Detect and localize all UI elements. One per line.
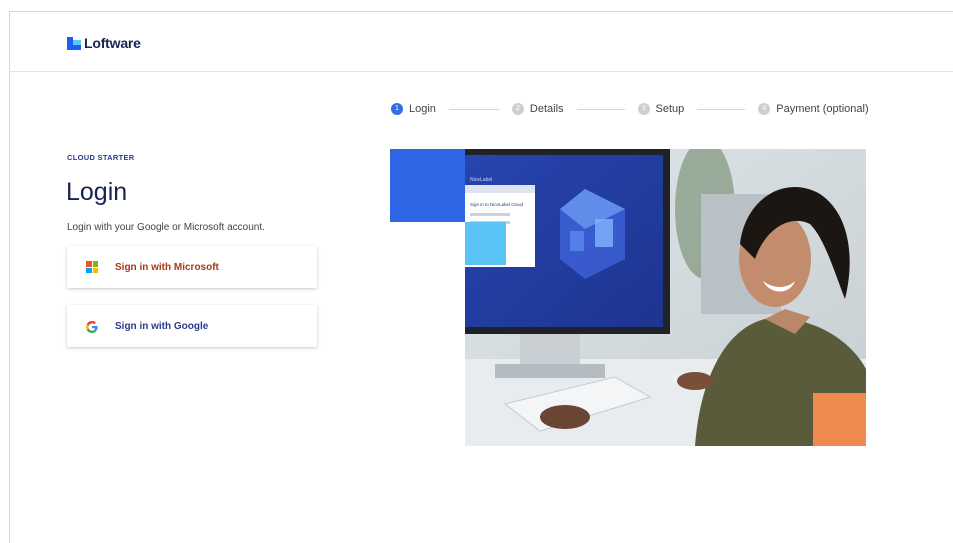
- step-label: Login: [409, 103, 436, 115]
- step-connector: [697, 108, 746, 110]
- step-payment: 4 Payment (optional): [758, 103, 869, 115]
- logo-text: Loftware: [84, 35, 141, 51]
- step-connector: [576, 108, 625, 110]
- page-title: Login: [66, 178, 128, 206]
- decor-cyan-block: [465, 222, 506, 265]
- google-button-label: Sign in with Google: [115, 320, 209, 332]
- hero-illustration: NiceLabel Sign in to NiceLabel Cloud: [390, 149, 866, 446]
- step-setup: 3 Setup: [637, 103, 685, 115]
- section-eyebrow: CLOUD STARTER: [67, 153, 135, 162]
- step-number-badge: 1: [391, 103, 403, 115]
- progress-stepper: 1 Login 2 Details 3 Setup 4 Payment (opt…: [391, 103, 869, 115]
- loftware-logo[interactable]: Loftware: [67, 35, 141, 51]
- step-label: Payment (optional): [776, 103, 869, 115]
- page-frame: Loftware 1 Login 2 Details 3 Setup 4 Pay…: [9, 11, 953, 543]
- step-label: Details: [529, 103, 564, 115]
- sign-in-microsoft-button[interactable]: Sign in with Microsoft: [67, 246, 317, 288]
- step-number-badge: 4: [758, 103, 771, 115]
- step-connector: [448, 108, 499, 110]
- step-label: Setup: [655, 103, 685, 115]
- decor-blue-block: [390, 149, 465, 222]
- step-details: 2 Details: [511, 103, 564, 115]
- loftware-logo-icon: [67, 36, 81, 50]
- microsoft-button-label: Sign in with Microsoft: [115, 261, 219, 273]
- top-header: Loftware: [10, 12, 953, 72]
- step-number-badge: 3: [637, 103, 650, 115]
- sign-in-google-button[interactable]: Sign in with Google: [67, 305, 317, 347]
- step-number-badge: 2: [511, 103, 524, 115]
- decor-orange-block: [813, 393, 866, 446]
- page-subtitle: Login with your Google or Microsoft acco…: [67, 222, 265, 233]
- google-icon: [86, 320, 98, 333]
- hero-photo: NiceLabel Sign in to NiceLabel Cloud: [465, 149, 866, 446]
- microsoft-icon: [86, 261, 98, 273]
- step-login: 1 Login: [391, 103, 436, 115]
- screen-card-title: Sign in to NiceLabel Cloud: [470, 202, 524, 207]
- screen-app-name: NiceLabel: [470, 177, 492, 183]
